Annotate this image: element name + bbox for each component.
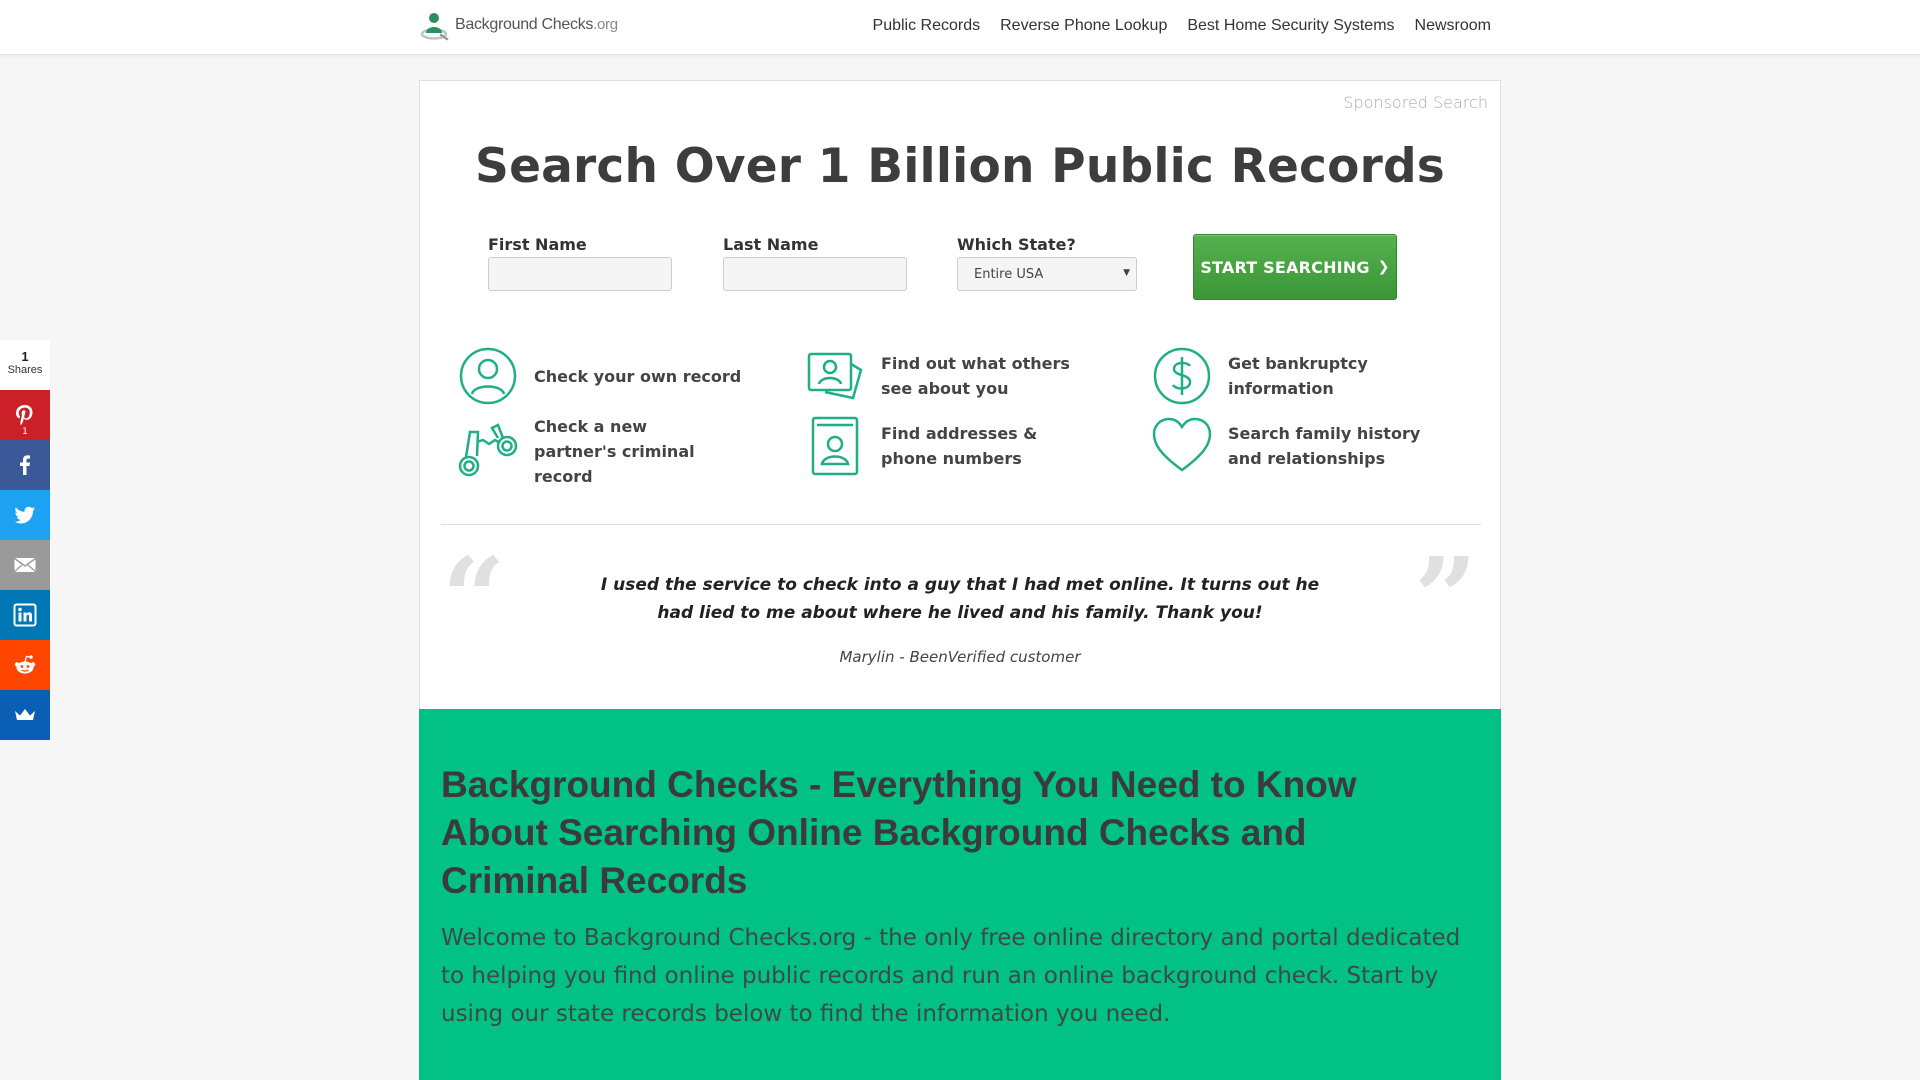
- start-searching-label: START SEARCHING: [1200, 257, 1370, 277]
- section-divider: [441, 524, 1481, 525]
- site-logo[interactable]: Background Checks.org: [419, 9, 618, 41]
- top-navbar: Background Checks.org Public Records Rev…: [0, 0, 1920, 55]
- feature-partner-record: Check a new partner's criminal record: [456, 414, 734, 489]
- first-name-input[interactable]: [488, 257, 672, 291]
- start-searching-button[interactable]: START SEARCHING ❯: [1193, 234, 1397, 300]
- feature-label: Check your own record: [534, 366, 742, 386]
- dollar-circle-icon: [1153, 347, 1211, 405]
- logo-text: Background Checks.org: [455, 16, 618, 33]
- share-count-label: Shares: [7, 364, 43, 376]
- linkedin-share-button[interactable]: [0, 590, 50, 640]
- email-icon: [14, 557, 36, 572]
- chevron-right-icon: ❯: [1377, 259, 1390, 275]
- feature-others-see: Find out what others see about you: [803, 344, 1091, 408]
- testimonial-author: Marylin - BeenVerified customer: [839, 648, 1081, 666]
- page-headline: Search Over 1 Billion Public Records: [475, 139, 1445, 194]
- share-count: 1: [21, 349, 29, 364]
- search-card: Sponsored Search Search Over 1 Billion P…: [419, 80, 1501, 710]
- sponsored-label: Sponsored Search: [1343, 93, 1488, 112]
- sumome-share-button[interactable]: [0, 690, 50, 740]
- intro-title: Background Checks - Everything You Need …: [441, 764, 1357, 901]
- reddit-share-button[interactable]: [0, 640, 50, 690]
- feature-addresses-phones: Find addresses & phone numbers: [803, 414, 1081, 478]
- feature-label: Find addresses & phone numbers: [881, 424, 1038, 468]
- feature-label: Check a new partner's criminal record: [534, 417, 695, 486]
- id-card-icon: [807, 352, 863, 400]
- feature-family-history: Search family history and relationships: [1150, 414, 1448, 478]
- twitter-icon: [14, 506, 35, 524]
- intro-body: Welcome to Background Checks.org - the o…: [441, 925, 1461, 1027]
- open-quote-icon: “: [442, 533, 506, 662]
- feature-label: Get bankruptcy information: [1228, 354, 1368, 398]
- facebook-icon: [20, 455, 30, 475]
- dropdown-arrow-icon: ▼: [1123, 268, 1130, 278]
- share-counter: 1 Shares: [0, 340, 50, 390]
- feature-label: Search family history and relationships: [1228, 424, 1421, 468]
- logo-person-icon: [420, 13, 449, 41]
- email-share-button[interactable]: [0, 540, 50, 590]
- state-select[interactable]: Entire USA ▼: [957, 257, 1137, 291]
- heart-icon: [1152, 417, 1212, 472]
- social-share-bar: 1 Shares 1: [0, 340, 50, 740]
- nav-best-home-security[interactable]: Best Home Security Systems: [1187, 17, 1394, 35]
- pinterest-count: 1: [22, 427, 28, 437]
- reddit-icon: [14, 655, 36, 674]
- first-name-label: First Name: [488, 235, 587, 254]
- intro-section: Background Checks - Everything You Need …: [419, 709, 1501, 1080]
- state-select-value: Entire USA: [974, 266, 1044, 282]
- facebook-share-button[interactable]: [0, 440, 50, 490]
- last-name-label: Last Name: [723, 235, 819, 254]
- user-circle-icon: [459, 347, 517, 405]
- testimonial-text: I used the service to check into a guy t…: [600, 575, 1320, 623]
- handcuffs-icon: [458, 422, 518, 476]
- twitter-share-button[interactable]: [0, 490, 50, 540]
- linkedin-icon: [13, 603, 37, 627]
- feature-check-own-record: Check your own record: [456, 344, 741, 408]
- crown-icon: [15, 709, 35, 720]
- nav-public-records[interactable]: Public Records: [873, 17, 981, 35]
- address-book-icon: [811, 416, 859, 476]
- nav-reverse-phone-lookup[interactable]: Reverse Phone Lookup: [1000, 17, 1167, 35]
- feature-label: Find out what others see about you: [881, 354, 1070, 398]
- nav-newsroom[interactable]: Newsroom: [1415, 17, 1491, 35]
- state-label: Which State?: [957, 235, 1076, 254]
- pinterest-icon: [16, 405, 33, 425]
- feature-bankruptcy: Get bankruptcy information: [1150, 344, 1388, 408]
- main-nav: Public Records Reverse Phone Lookup Best…: [873, 17, 1491, 35]
- pinterest-share-button[interactable]: 1: [0, 390, 50, 440]
- close-quote-icon: ”: [1414, 533, 1478, 662]
- last-name-input[interactable]: [723, 257, 907, 291]
